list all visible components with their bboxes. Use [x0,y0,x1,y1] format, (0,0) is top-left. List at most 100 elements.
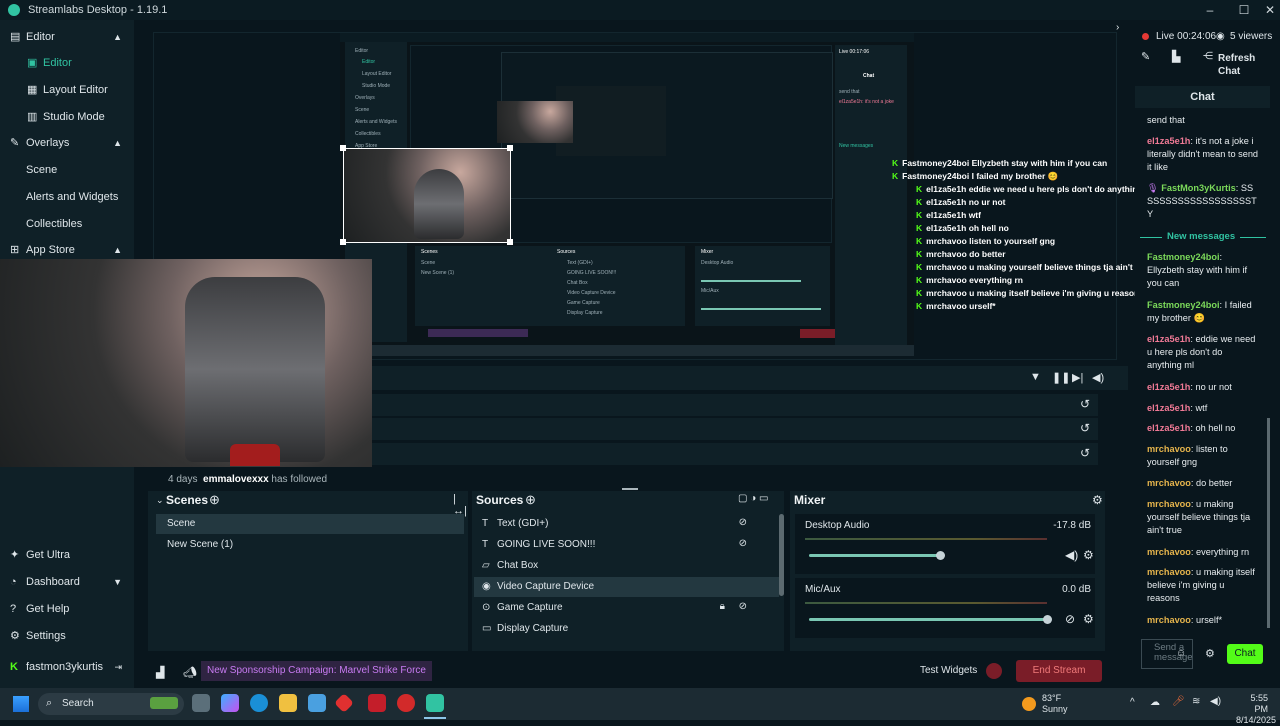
nav-get-help[interactable]: ? Get Help [0,596,134,622]
resize-handle[interactable] [507,145,513,151]
viewer-count: 5 viewers [1230,31,1273,42]
gear-icon[interactable]: ⚙ [1083,548,1094,562]
chat-scrollbar[interactable] [1267,418,1270,628]
source-item[interactable]: ◉ Video Capture Device [474,577,779,597]
nav-user[interactable]: K fastmon3ykurtis ⇥ [0,654,134,680]
minimize-button[interactable]: – [1200,2,1220,18]
windows-start-icon[interactable] [13,696,29,712]
store-icon[interactable] [308,694,326,712]
visibility-off-icon[interactable]: ⊘ [739,517,747,528]
end-stream-button[interactable]: End Stream [1016,660,1102,682]
refresh-chat-button[interactable]: Refresh Chat [1218,52,1255,78]
source-tools-icon[interactable]: ▢ ◑ ▭ [738,493,769,504]
add-scene-icon[interactable]: ⊕ [209,492,220,508]
skip-icon[interactable]: ▶| [1072,371,1083,384]
scene-item[interactable]: Scene [156,514,464,534]
volume-icon[interactable]: ◀) [1092,371,1104,384]
nav-editor[interactable]: ▤ Editor ▲ [0,24,134,50]
replay-icon[interactable]: ↺ [1080,397,1090,411]
volume-slider-knob[interactable] [1043,615,1052,624]
collapse-chat-icon[interactable]: › [1116,22,1119,33]
volume-slider-knob[interactable] [936,551,945,560]
nav-collectibles[interactable]: Collectibles [0,211,134,237]
mcafee-icon[interactable] [368,694,386,712]
text-icon: T [482,518,489,529]
lock-icon[interactable]: 🔒︎ [720,601,725,612]
volume-icon[interactable]: ◀) [1065,548,1078,562]
replay-icon[interactable]: ↺ [1080,446,1090,460]
volume-icon[interactable]: ◀) [1210,696,1221,707]
test-widgets-icon[interactable] [986,663,1002,679]
source-item[interactable]: T GOING LIVE SOON!!! ⊘ [474,535,779,555]
chevron-up-icon[interactable]: ^ [1130,697,1135,708]
sponsorship-campaign-link[interactable]: New Sponsorship Campaign: Marvel Strike … [201,661,432,681]
maximize-button[interactable]: ☐ [1234,2,1254,18]
chat-input[interactable]: Send a message ☺ [1141,639,1193,669]
nav-get-ultra[interactable]: ✦ Get Ultra [0,542,134,568]
streamlabs-taskbar-icon[interactable] [426,694,444,712]
close-button[interactable]: ✕ [1260,2,1280,18]
sources-scrollbar[interactable] [779,514,784,596]
nav-alerts[interactable]: Alerts and Widgets [0,184,134,210]
gear-icon: ⚙ [10,630,20,642]
webcam-projector [0,259,372,467]
gear-icon[interactable]: ⚙ [1205,647,1215,660]
inner-campaign [428,329,528,337]
edge-icon[interactable] [250,694,268,712]
resize-grabber[interactable] [622,488,638,490]
mute-icon[interactable]: ⊘ [1065,612,1075,626]
overlay-chat-line: Kmrchavoo do better [916,249,1006,259]
pause-icon[interactable]: ❚❚ [1052,371,1070,384]
nav-layout-editor[interactable]: ▦ Layout Editor [0,77,134,103]
nav-settings[interactable]: ⚙ Settings [0,623,134,649]
nav-studio-mode[interactable]: ▥ Studio Mode [0,104,134,130]
chat-message: send that [1147,115,1185,125]
volume-meter [805,538,1047,540]
file-explorer-icon[interactable] [279,694,297,712]
gear-icon[interactable]: ⚙ [1092,493,1103,507]
app-icon[interactable] [397,694,415,712]
nav-editor-sub[interactable]: ▣ Editor [0,50,134,76]
kick-icon: K [10,661,18,673]
source-item[interactable]: ⊙ Game Capture 🔒︎ ⊘ [474,598,779,618]
chevron-down-icon[interactable]: ▼ [113,569,122,595]
chevron-up-icon[interactable]: ▲ [113,24,122,50]
gear-icon[interactable]: ⚙ [1083,612,1094,626]
tray-icon[interactable]: ☁ [1150,697,1160,708]
microphone-icon[interactable]: 🎤︎ [1172,696,1185,707]
resize-handle[interactable] [340,239,346,245]
send-chat-button[interactable]: Chat [1227,644,1263,664]
visibility-off-icon[interactable]: ⊘ [739,538,747,549]
source-item[interactable]: ▭ Display Capture [474,619,779,639]
task-view-icon[interactable] [192,694,210,712]
volume-slider[interactable] [809,554,940,557]
add-source-icon[interactable]: ⊕ [525,492,536,508]
copilot-icon[interactable] [221,694,239,712]
weather-widget[interactable]: 83°F Sunny [1042,693,1068,715]
volume-slider[interactable] [809,618,1047,621]
taskbar-search[interactable]: ⌕ Search [38,693,184,715]
clock[interactable]: 5:55 PM 8/14/2025 [1236,693,1276,726]
app-icon[interactable] [334,693,354,713]
chevron-down-icon[interactable]: ⌄ [156,495,164,506]
replay-icon[interactable]: ↺ [1080,421,1090,435]
scene-item[interactable]: New Scene (1) [156,535,464,555]
nav-dashboard[interactable]: ◔ Dashboard ▼ [0,569,134,595]
nav-scene[interactable]: Scene [0,157,134,183]
source-item[interactable]: ▱ Chat Box [474,556,779,576]
popout-icon[interactable]: ▙ [1172,50,1180,63]
emote-icon[interactable]: ☺ [1176,648,1186,659]
wifi-icon[interactable]: ≋ [1192,696,1200,707]
resize-handle[interactable] [340,145,346,151]
chevron-up-icon[interactable]: ▲ [113,130,122,156]
nav-overlays[interactable]: ✎ Overlays ▲ [0,130,134,156]
resize-handle[interactable] [507,239,513,245]
edit-stream-icon[interactable]: ✎ [1141,50,1150,63]
selected-video-capture[interactable] [343,148,511,243]
filter-icon[interactable]: ▼ [1030,371,1041,383]
visibility-off-icon[interactable]: ⊘ [739,601,747,612]
test-widgets-button[interactable]: Test Widgets [920,665,977,676]
logout-icon[interactable]: ⇥ [114,654,122,680]
stats-icon[interactable]: ▟ [156,666,164,679]
source-item[interactable]: T Text (GDI+) ⊘ [474,514,779,534]
